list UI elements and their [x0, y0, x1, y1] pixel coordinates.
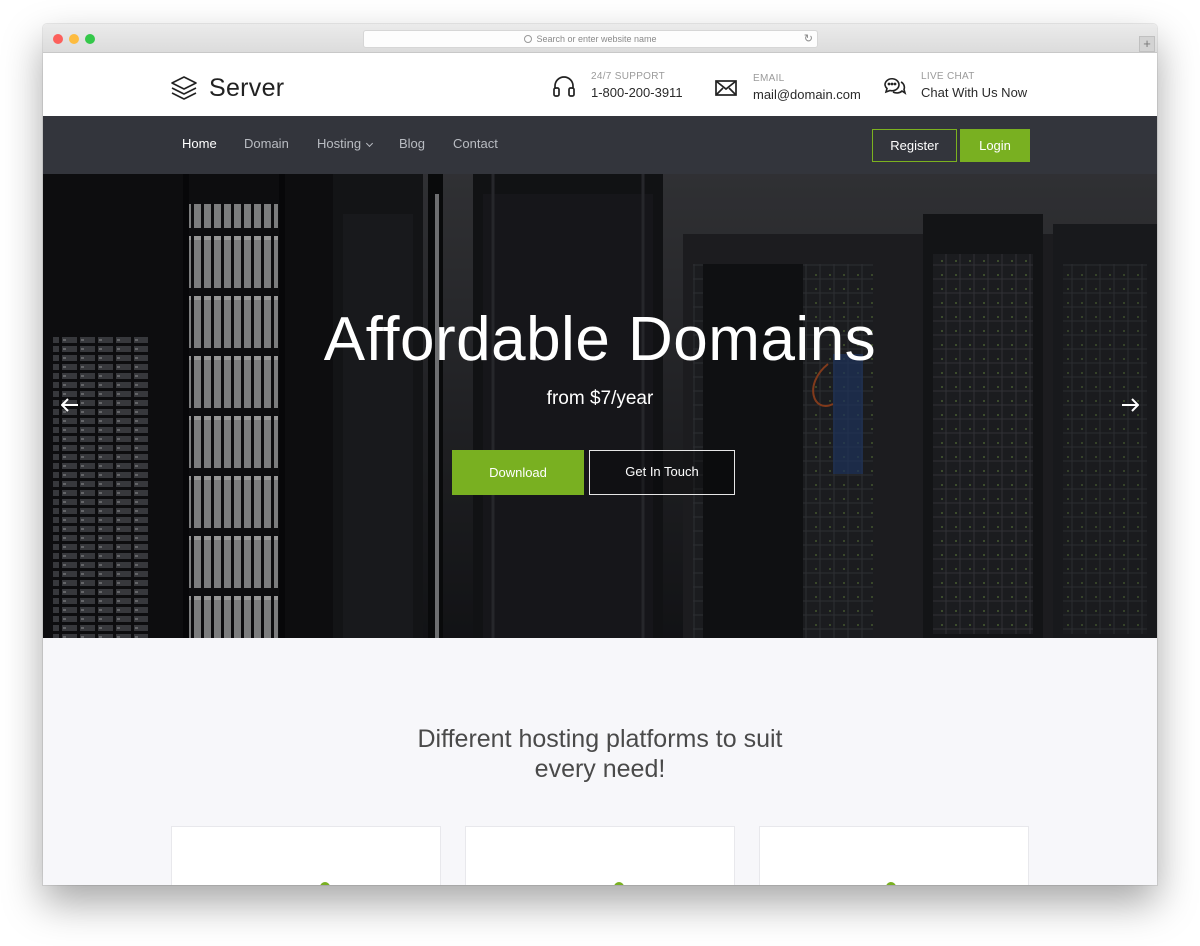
nav-item-domain[interactable]: Domain	[244, 136, 289, 151]
hosting-card[interactable]	[465, 826, 735, 885]
section-title-line-2: every need!	[534, 755, 666, 783]
site-logo[interactable]: Server	[170, 73, 284, 103]
register-button[interactable]: Register	[872, 129, 957, 162]
site-header: Server 24/7 SUPPORT 1-800-200-3911 EMAIL…	[43, 53, 1157, 116]
get-in-touch-button[interactable]: Get In Touch	[589, 450, 735, 495]
nav-item-home[interactable]: Home	[182, 136, 217, 151]
envelope-icon	[715, 79, 737, 96]
chat-bubbles-icon	[884, 77, 907, 95]
download-button[interactable]: Download	[452, 450, 584, 495]
email-info: EMAIL mail@domain.com	[713, 73, 861, 102]
card-icon	[614, 882, 624, 885]
nav-item-hosting[interactable]: Hosting	[317, 136, 374, 151]
hosting-section: Different hosting platforms to suit ever…	[43, 638, 1157, 885]
layers-icon	[171, 76, 197, 100]
close-window-button[interactable]	[53, 34, 63, 44]
nav-item-hosting-label: Hosting	[317, 136, 362, 151]
card-icon	[320, 882, 330, 885]
search-icon	[524, 35, 533, 43]
new-tab-button[interactable]: +	[1139, 36, 1155, 52]
address-bar-placeholder: Search or enter website name	[536, 34, 657, 44]
arrow-right-icon[interactable]	[1121, 398, 1139, 412]
section-title-line-1: Different hosting platforms to suit	[417, 725, 783, 753]
chat-label: LIVE CHAT	[921, 71, 975, 82]
section-title: Different hosting platforms to suit ever…	[43, 724, 1157, 784]
chat-link[interactable]: Chat With Us Now	[921, 85, 1027, 100]
arrow-left-icon[interactable]	[61, 398, 79, 412]
login-button[interactable]: Login	[960, 129, 1030, 162]
chat-info: LIVE CHAT Chat With Us Now	[881, 71, 1027, 100]
browser-window: Search or enter website name ↻ + Server …	[43, 24, 1157, 885]
headphones-icon	[553, 75, 575, 97]
support-info: 24/7 SUPPORT 1-800-200-3911	[551, 71, 683, 100]
main-nav: Home Domain Hosting Blog Contact Registe…	[43, 116, 1157, 174]
email-address[interactable]: mail@domain.com	[753, 87, 861, 102]
card-icon	[886, 882, 896, 885]
support-label: 24/7 SUPPORT	[591, 71, 666, 82]
logo-text: Server	[209, 73, 285, 102]
hosting-card[interactable]	[171, 826, 441, 885]
browser-chrome: Search or enter website name ↻ +	[43, 24, 1157, 53]
nav-item-contact[interactable]: Contact	[453, 136, 498, 151]
hero-slider: Affordable Domains from $7/year Download…	[43, 174, 1157, 638]
minimize-window-button[interactable]	[69, 34, 79, 44]
support-phone[interactable]: 1-800-200-3911	[591, 85, 683, 100]
reload-icon[interactable]: ↻	[804, 31, 813, 47]
chevron-down-icon	[366, 139, 374, 148]
maximize-window-button[interactable]	[85, 34, 95, 44]
hero-subtitle: from $7/year	[546, 388, 654, 409]
email-label: EMAIL	[753, 73, 785, 84]
hero-title: Affordable Domains	[323, 305, 877, 374]
nav-item-blog[interactable]: Blog	[399, 136, 425, 151]
address-bar[interactable]: Search or enter website name ↻	[363, 30, 818, 48]
hosting-card[interactable]	[759, 826, 1029, 885]
